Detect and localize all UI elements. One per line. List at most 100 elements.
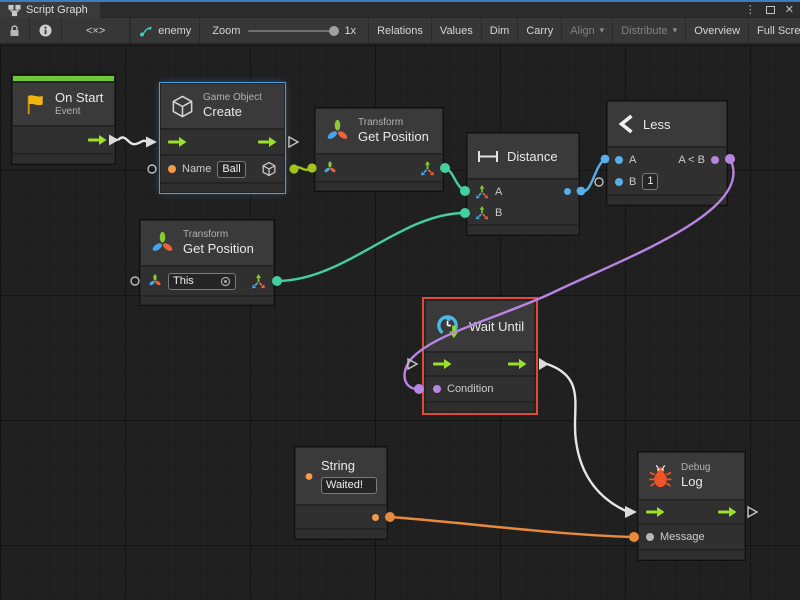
- string-output-port[interactable]: [372, 514, 379, 521]
- node-debug-log[interactable]: Debug Log Message: [638, 452, 745, 560]
- port-flow-out-unconnected[interactable]: [289, 137, 298, 147]
- node-footer: [161, 184, 284, 192]
- node-game-object-create[interactable]: Game Object Create Name Ball: [160, 83, 285, 193]
- node-get-position-top[interactable]: Transform Get Position: [315, 108, 443, 191]
- flow-output-port[interactable]: [508, 358, 527, 370]
- port-label: A: [495, 186, 502, 198]
- wire-create-to-getposition[interactable]: [289, 163, 316, 173]
- info-button[interactable]: [30, 18, 62, 43]
- full-screen-button[interactable]: Full Screen: [749, 18, 800, 43]
- overview-label: Overview: [694, 25, 740, 37]
- node-on-start-event[interactable]: On Start Event: [12, 75, 115, 164]
- node-title: Create: [203, 104, 262, 120]
- distribute-button[interactable]: Distribute ▾: [613, 18, 686, 43]
- node-title: Get Position: [358, 129, 429, 145]
- carry-label: Carry: [526, 25, 553, 37]
- wire-distance-to-less-a[interactable]: [577, 155, 610, 196]
- graph-canvas[interactable]: On Start Event G: [0, 45, 800, 600]
- script-graph-icon: [8, 4, 21, 17]
- result-label: A < B: [678, 154, 705, 166]
- lock-button[interactable]: [0, 18, 30, 43]
- tabbar-empty: [100, 2, 800, 18]
- name-field[interactable]: Ball: [217, 161, 245, 178]
- transform-input-port[interactable]: [148, 274, 162, 288]
- chevron-down-icon: ▾: [673, 25, 678, 36]
- node-distance[interactable]: Distance A: [467, 133, 579, 235]
- vector3-output-port[interactable]: [420, 161, 435, 176]
- node-subtitle: Event: [55, 106, 103, 118]
- flow-output-port[interactable]: [258, 136, 277, 148]
- wire-getpositiontop-to-distance-a[interactable]: [440, 163, 470, 196]
- node-less[interactable]: Less A A < B B 1: [607, 101, 727, 205]
- carry-button[interactable]: Carry: [518, 18, 562, 43]
- port-name-unconnected[interactable]: [148, 165, 156, 173]
- game-object-output-port[interactable]: [261, 161, 277, 177]
- wire-getpositionbottom-to-distance-b[interactable]: [272, 208, 470, 286]
- vector3-input-port-b[interactable]: [475, 206, 489, 220]
- distribute-label: Distribute: [621, 25, 667, 37]
- port-transform-unconnected[interactable]: [131, 277, 139, 285]
- flow-output-port[interactable]: [718, 506, 737, 518]
- tab-title: Script Graph: [26, 4, 88, 16]
- lock-icon: [9, 24, 20, 37]
- zoom-slider-knob[interactable]: [329, 26, 339, 36]
- name-input-port[interactable]: [168, 165, 176, 173]
- vector3-input-port-a[interactable]: [475, 185, 489, 199]
- node-title: Less: [643, 117, 670, 132]
- node-title: Log: [681, 474, 710, 490]
- wire-onstart-to-create[interactable]: [109, 135, 157, 148]
- edit-source-button[interactable]: <×>: [62, 18, 130, 43]
- node-string-literal[interactable]: String Waited!: [295, 447, 387, 539]
- string-icon: [305, 463, 313, 490]
- port-less-b-unconnected[interactable]: [595, 178, 603, 186]
- graph-toolbar: <×> enemy Zoom 1x Relations Values Dim C…: [0, 18, 800, 45]
- node-surtitle: Transform: [183, 229, 254, 241]
- node-title: Get Position: [183, 241, 254, 257]
- bug-icon: [648, 464, 673, 489]
- port-label: B: [629, 176, 636, 188]
- condition-input-port[interactable]: [433, 385, 441, 393]
- flow-input-port[interactable]: [433, 358, 452, 370]
- overview-button[interactable]: Overview: [686, 18, 749, 43]
- window-menu-icon[interactable]: ⋮: [745, 5, 756, 16]
- info-icon: [39, 24, 52, 37]
- vector3-output-port[interactable]: [251, 274, 266, 289]
- code-icon: <×>: [86, 25, 105, 37]
- maximize-icon[interactable]: [766, 6, 775, 14]
- less-input-port-b[interactable]: [615, 178, 623, 186]
- wire-string-to-debuglog-message[interactable]: [385, 512, 639, 542]
- tab-script-graph[interactable]: Script Graph: [0, 2, 100, 18]
- relations-button[interactable]: Relations: [369, 18, 432, 43]
- node-wait-until[interactable]: Wait Until Condition: [424, 299, 536, 413]
- port-flow-out-unconnected[interactable]: [748, 507, 757, 517]
- flow-output-port[interactable]: [88, 134, 107, 146]
- node-title: On Start: [55, 90, 103, 106]
- align-button[interactable]: Align ▾: [562, 18, 613, 43]
- close-icon[interactable]: ✕: [785, 5, 794, 16]
- b-value-field[interactable]: 1: [642, 173, 658, 190]
- zoom-slider[interactable]: [248, 30, 336, 32]
- flow-input-port[interactable]: [168, 136, 187, 148]
- wire-waituntil-to-debuglog[interactable]: [539, 358, 637, 518]
- transform-input-port[interactable]: [323, 161, 337, 175]
- node-title: Wait Until: [469, 319, 524, 334]
- dim-button[interactable]: Dim: [482, 18, 519, 43]
- relations-label: Relations: [377, 25, 423, 37]
- less-input-port-a[interactable]: [615, 156, 623, 164]
- zoom-control: Zoom 1x: [200, 18, 369, 43]
- node-footer: [639, 551, 744, 559]
- values-button[interactable]: Values: [432, 18, 482, 43]
- target-value: This: [173, 275, 194, 288]
- flow-input-port[interactable]: [646, 506, 665, 518]
- transform-icon: [150, 231, 175, 256]
- graph-asset-button[interactable]: enemy: [131, 18, 200, 43]
- less-output-port[interactable]: [711, 156, 719, 164]
- transform-icon: [325, 119, 350, 144]
- port-flow-in-unconnected[interactable]: [408, 359, 417, 369]
- string-value-field[interactable]: Waited!: [321, 477, 377, 494]
- distance-output-port[interactable]: [564, 188, 571, 195]
- target-object-field[interactable]: This: [168, 273, 236, 290]
- message-input-port[interactable]: [646, 533, 654, 541]
- node-get-position-bottom[interactable]: Transform Get Position This: [140, 220, 274, 305]
- object-picker-icon[interactable]: [220, 276, 231, 287]
